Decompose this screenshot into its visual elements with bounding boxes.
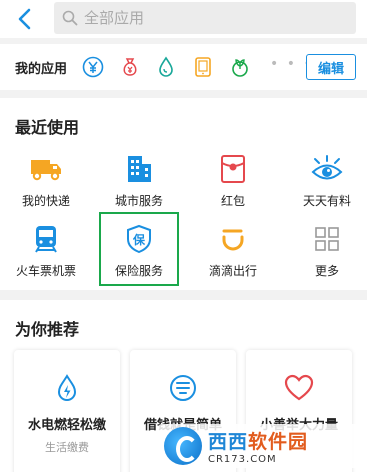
- app-train-flight-tickets[interactable]: 火车票机票: [6, 218, 86, 292]
- svg-text:保: 保: [132, 232, 146, 247]
- truck-icon: [29, 152, 63, 186]
- search-icon: [62, 10, 78, 26]
- app-label: 天天有料: [302, 194, 351, 208]
- back-button[interactable]: [10, 4, 38, 34]
- yuan-coin-icon[interactable]: [80, 54, 106, 80]
- app-label: 保险服务: [114, 264, 163, 278]
- card-subtitle: 生活缴费: [45, 441, 89, 454]
- app-city-service[interactable]: 城市服务: [99, 148, 179, 222]
- building-icon: [122, 152, 156, 186]
- watermark-name-orange: 软件园: [248, 431, 309, 453]
- recent-title: 最近使用: [15, 118, 80, 137]
- heart-icon: [283, 372, 315, 404]
- lightning-drop-icon: [51, 372, 83, 404]
- my-apps-bar: 我的应用 • • • 编辑: [0, 44, 367, 90]
- eye-icon: [310, 152, 344, 186]
- my-apps-label: 我的应用: [15, 62, 68, 77]
- edit-button[interactable]: 编辑: [306, 54, 356, 80]
- search-input[interactable]: [84, 9, 324, 27]
- tablet-icon[interactable]: [190, 54, 216, 80]
- app-red-packet[interactable]: 红包: [193, 148, 273, 222]
- chevron-left-icon: [18, 8, 31, 30]
- app-label: 火车票机票: [15, 264, 76, 278]
- app-label: 红包: [220, 194, 245, 208]
- app-label: 我的快递: [21, 194, 70, 208]
- money-bag-icon[interactable]: [117, 54, 143, 80]
- watermark: 西西软件园 CR173.COM: [158, 424, 363, 468]
- didi-icon: [216, 222, 250, 256]
- shield-icon: 保: [122, 222, 156, 256]
- red-packet-icon: [216, 152, 250, 186]
- watermark-logo-icon: [164, 427, 202, 465]
- recommend-title: 为你推荐: [15, 320, 80, 339]
- water-drop-icon[interactable]: [153, 54, 179, 80]
- app-didi[interactable]: 滴滴出行: [193, 218, 273, 292]
- watermark-url: CR173.COM: [208, 454, 277, 465]
- app-daily-news[interactable]: 天天有料: [287, 148, 367, 222]
- recent-section: 最近使用 我的快递 城市服务 红包 天天有料 火车票机票 保 保险服务 滴滴出行…: [0, 98, 367, 290]
- grid-icon: [310, 222, 344, 256]
- app-label: 滴滴出行: [208, 264, 257, 278]
- card-title: 水电燃轻松缴: [27, 418, 106, 433]
- search-box[interactable]: [54, 2, 356, 34]
- app-insurance-service[interactable]: 保 保险服务: [99, 212, 179, 286]
- watermark-name-blue: 西西: [208, 431, 249, 453]
- top-bar: [0, 0, 367, 38]
- app-more[interactable]: 更多: [287, 218, 367, 292]
- app-label: 城市服务: [114, 194, 163, 208]
- app-label: 更多: [314, 264, 339, 278]
- app-my-express[interactable]: 我的快递: [6, 148, 86, 222]
- loan-icon: [167, 372, 199, 404]
- train-icon: [29, 222, 63, 256]
- plant-icon[interactable]: [227, 54, 253, 80]
- recommend-card-utilities[interactable]: 水电燃轻松缴 生活缴费: [14, 350, 120, 472]
